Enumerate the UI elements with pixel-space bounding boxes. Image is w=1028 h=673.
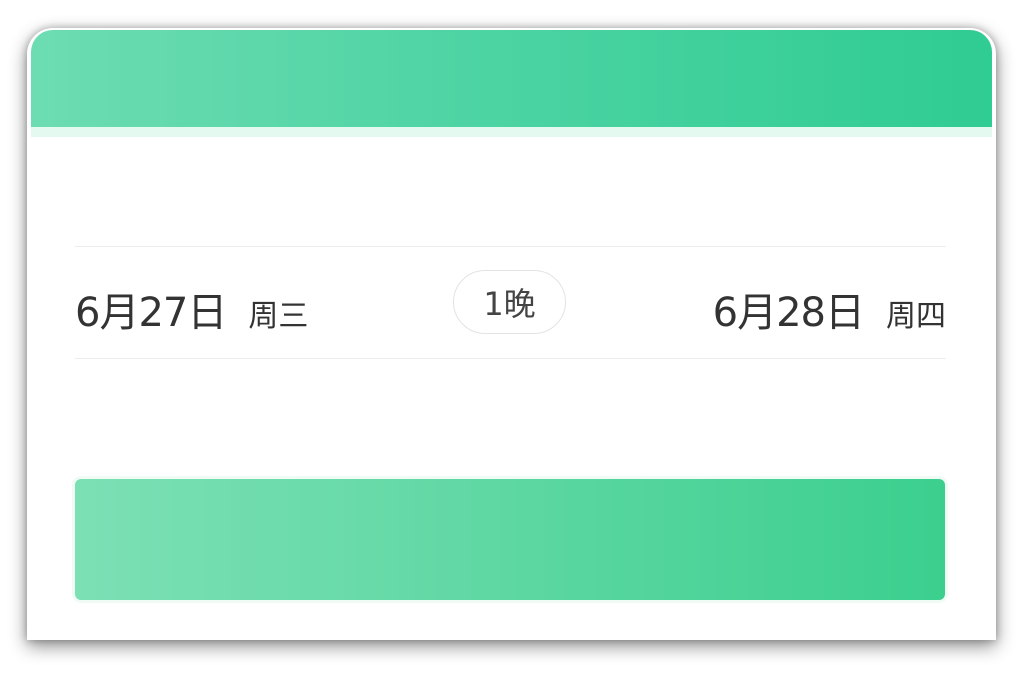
divider-bottom xyxy=(75,358,946,359)
search-button[interactable] xyxy=(75,479,945,600)
checkout-date-picker[interactable]: 6月28日 周四 xyxy=(713,280,946,336)
checkin-weekday: 周三 xyxy=(248,299,309,334)
checkin-date: 6月27日 xyxy=(75,290,227,336)
divider-top xyxy=(75,246,946,247)
card-header xyxy=(31,30,992,127)
nights-badge: 1晚 xyxy=(453,270,566,334)
booking-card: 6月27日 周三 1晚 6月28日 周四 xyxy=(27,28,996,640)
checkout-weekday: 周四 xyxy=(886,299,946,334)
checkin-date-picker[interactable]: 6月27日 周三 xyxy=(75,280,309,336)
page: 6月27日 周三 1晚 6月28日 周四 xyxy=(0,0,1028,673)
checkout-date: 6月28日 xyxy=(712,290,865,336)
header-strip xyxy=(31,127,992,137)
